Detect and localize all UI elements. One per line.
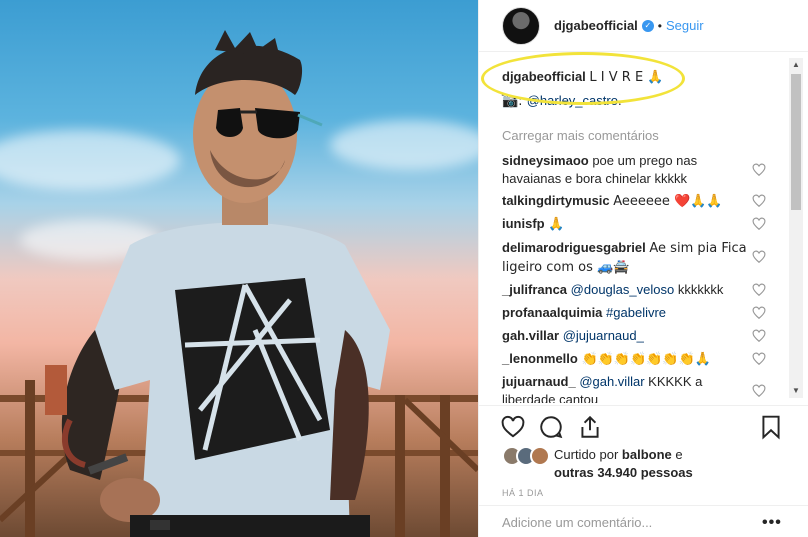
likes-prefix: Curtido por bbox=[554, 447, 622, 462]
comment-author[interactable]: profanaalquimia bbox=[502, 305, 602, 320]
follow-button[interactable]: Seguir bbox=[666, 18, 704, 33]
comment-item: profanaalquimia #gabelivre bbox=[502, 304, 757, 322]
likes-suffix: e bbox=[671, 447, 683, 462]
scroll-down-arrow-icon[interactable]: ▼ bbox=[789, 384, 803, 398]
comments-list: djgabeofficial L I V R E 🙏 _ 📷: @harley_… bbox=[479, 55, 789, 403]
comments-scrollbar[interactable]: ▲ ▼ bbox=[789, 58, 803, 398]
likes-count-link[interactable]: outras 34.940 pessoas bbox=[554, 465, 693, 480]
bookmark-icon[interactable] bbox=[758, 414, 784, 440]
comment-item: _lenonmello 👏👏👏👏👏👏👏🙏 bbox=[502, 350, 757, 369]
comment-item: gah.villar @jujuarnaud_ bbox=[502, 327, 757, 345]
comment-like-heart-icon[interactable] bbox=[752, 163, 766, 177]
separator-dot: • bbox=[657, 18, 662, 33]
comment-item: sidneysimaoo poe um prego nas havaianas … bbox=[502, 152, 757, 188]
comment-mention[interactable]: @douglas_veloso bbox=[571, 282, 675, 297]
verified-badge-icon: ✓ bbox=[641, 19, 654, 32]
more-options-icon[interactable]: ••• bbox=[762, 514, 782, 532]
comment-author[interactable]: _lenonmello bbox=[502, 351, 578, 366]
post-photo[interactable] bbox=[0, 0, 478, 537]
comment-item: talkingdirtymusic Aeeeeee ❤️🙏🙏 bbox=[502, 192, 757, 211]
comment-text: kkkkkkk bbox=[677, 282, 724, 297]
comment-text: 👏👏👏👏👏👏👏🙏 bbox=[581, 352, 711, 367]
likes-text: Curtido por balbone e outras 34.940 pess… bbox=[554, 446, 693, 482]
comment-author[interactable]: _julifranca bbox=[502, 282, 567, 297]
post-actions-bar bbox=[479, 405, 808, 445]
comment-like-heart-icon[interactable] bbox=[752, 217, 766, 231]
comment-text: Aeeeeee ❤️🙏🙏 bbox=[613, 194, 723, 209]
comment-hashtag[interactable]: #gabelivre bbox=[606, 305, 666, 320]
comment-like-heart-icon[interactable] bbox=[752, 384, 766, 398]
comment-like-heart-icon[interactable] bbox=[752, 283, 766, 297]
credit-suffix: . bbox=[617, 93, 622, 108]
post-timestamp[interactable]: HÁ 1 DIA bbox=[502, 488, 544, 498]
post-header: djgabeofficial ✓ • Seguir bbox=[479, 0, 808, 52]
comment-author[interactable]: jujuarnaud_ bbox=[502, 374, 576, 389]
comment-author[interactable]: delimarodriguesgabriel bbox=[502, 240, 646, 255]
comment-text: 🙏 bbox=[548, 217, 565, 232]
comment-like-heart-icon[interactable] bbox=[752, 352, 766, 366]
caption-line2: _ bbox=[502, 81, 510, 96]
liker-avatar[interactable] bbox=[530, 446, 550, 466]
caption-credit: _ 📷: @harley_castro. bbox=[502, 81, 622, 109]
comment-mention[interactable]: @jujuarnaud_ bbox=[563, 328, 644, 343]
share-icon[interactable] bbox=[577, 414, 603, 440]
author-avatar[interactable] bbox=[502, 6, 540, 45]
comment-like-heart-icon[interactable] bbox=[752, 250, 766, 264]
add-comment-bar: ••• bbox=[479, 505, 808, 537]
author-username[interactable]: djgabeofficial bbox=[554, 18, 638, 33]
comment-input[interactable] bbox=[502, 515, 742, 530]
load-more-comments-button[interactable]: Carregar mais comentários bbox=[502, 128, 659, 143]
instagram-post: djgabeofficial ✓ • Seguir djgabeofficial… bbox=[0, 0, 808, 537]
heart-icon[interactable] bbox=[500, 414, 526, 440]
comment-item: delimarodriguesgabriel Ae sim pia Fica l… bbox=[502, 239, 757, 277]
scroll-up-arrow-icon[interactable]: ▲ bbox=[789, 58, 803, 72]
comment-author[interactable]: gah.villar bbox=[502, 328, 559, 343]
comment-mention[interactable]: @gah.villar bbox=[579, 374, 644, 389]
comment-like-heart-icon[interactable] bbox=[752, 306, 766, 320]
comment-icon[interactable] bbox=[538, 414, 564, 440]
post-details-panel: djgabeofficial ✓ • Seguir djgabeofficial… bbox=[478, 0, 808, 537]
camera-icon: 📷: bbox=[502, 94, 527, 109]
comment-like-heart-icon[interactable] bbox=[752, 194, 766, 208]
comment-like-heart-icon[interactable] bbox=[752, 329, 766, 343]
dj-figure-illustration bbox=[0, 30, 478, 537]
liker-username[interactable]: balbone bbox=[622, 447, 672, 462]
comment-item: jujuarnaud_ @gah.villar KKKKK a liberdad… bbox=[502, 373, 757, 403]
comment-item: iunisfp 🙏 bbox=[502, 215, 757, 234]
caption-author[interactable]: djgabeofficial bbox=[502, 69, 586, 84]
comment-author[interactable]: talkingdirtymusic bbox=[502, 193, 610, 208]
comment-item: _julifranca @douglas_veloso kkkkkkk bbox=[502, 281, 757, 299]
caption-text: L I V R E 🙏 bbox=[589, 70, 664, 85]
liker-avatars[interactable] bbox=[502, 446, 550, 466]
comment-author[interactable]: iunisfp bbox=[502, 216, 545, 231]
caption: djgabeofficial L I V R E 🙏 bbox=[502, 69, 664, 85]
comment-author[interactable]: sidneysimaoo bbox=[502, 153, 589, 168]
scrollbar-thumb[interactable] bbox=[791, 74, 801, 210]
credit-mention[interactable]: @harley_castro bbox=[527, 93, 618, 108]
likes-summary: Curtido por balbone e outras 34.940 pess… bbox=[502, 446, 693, 484]
